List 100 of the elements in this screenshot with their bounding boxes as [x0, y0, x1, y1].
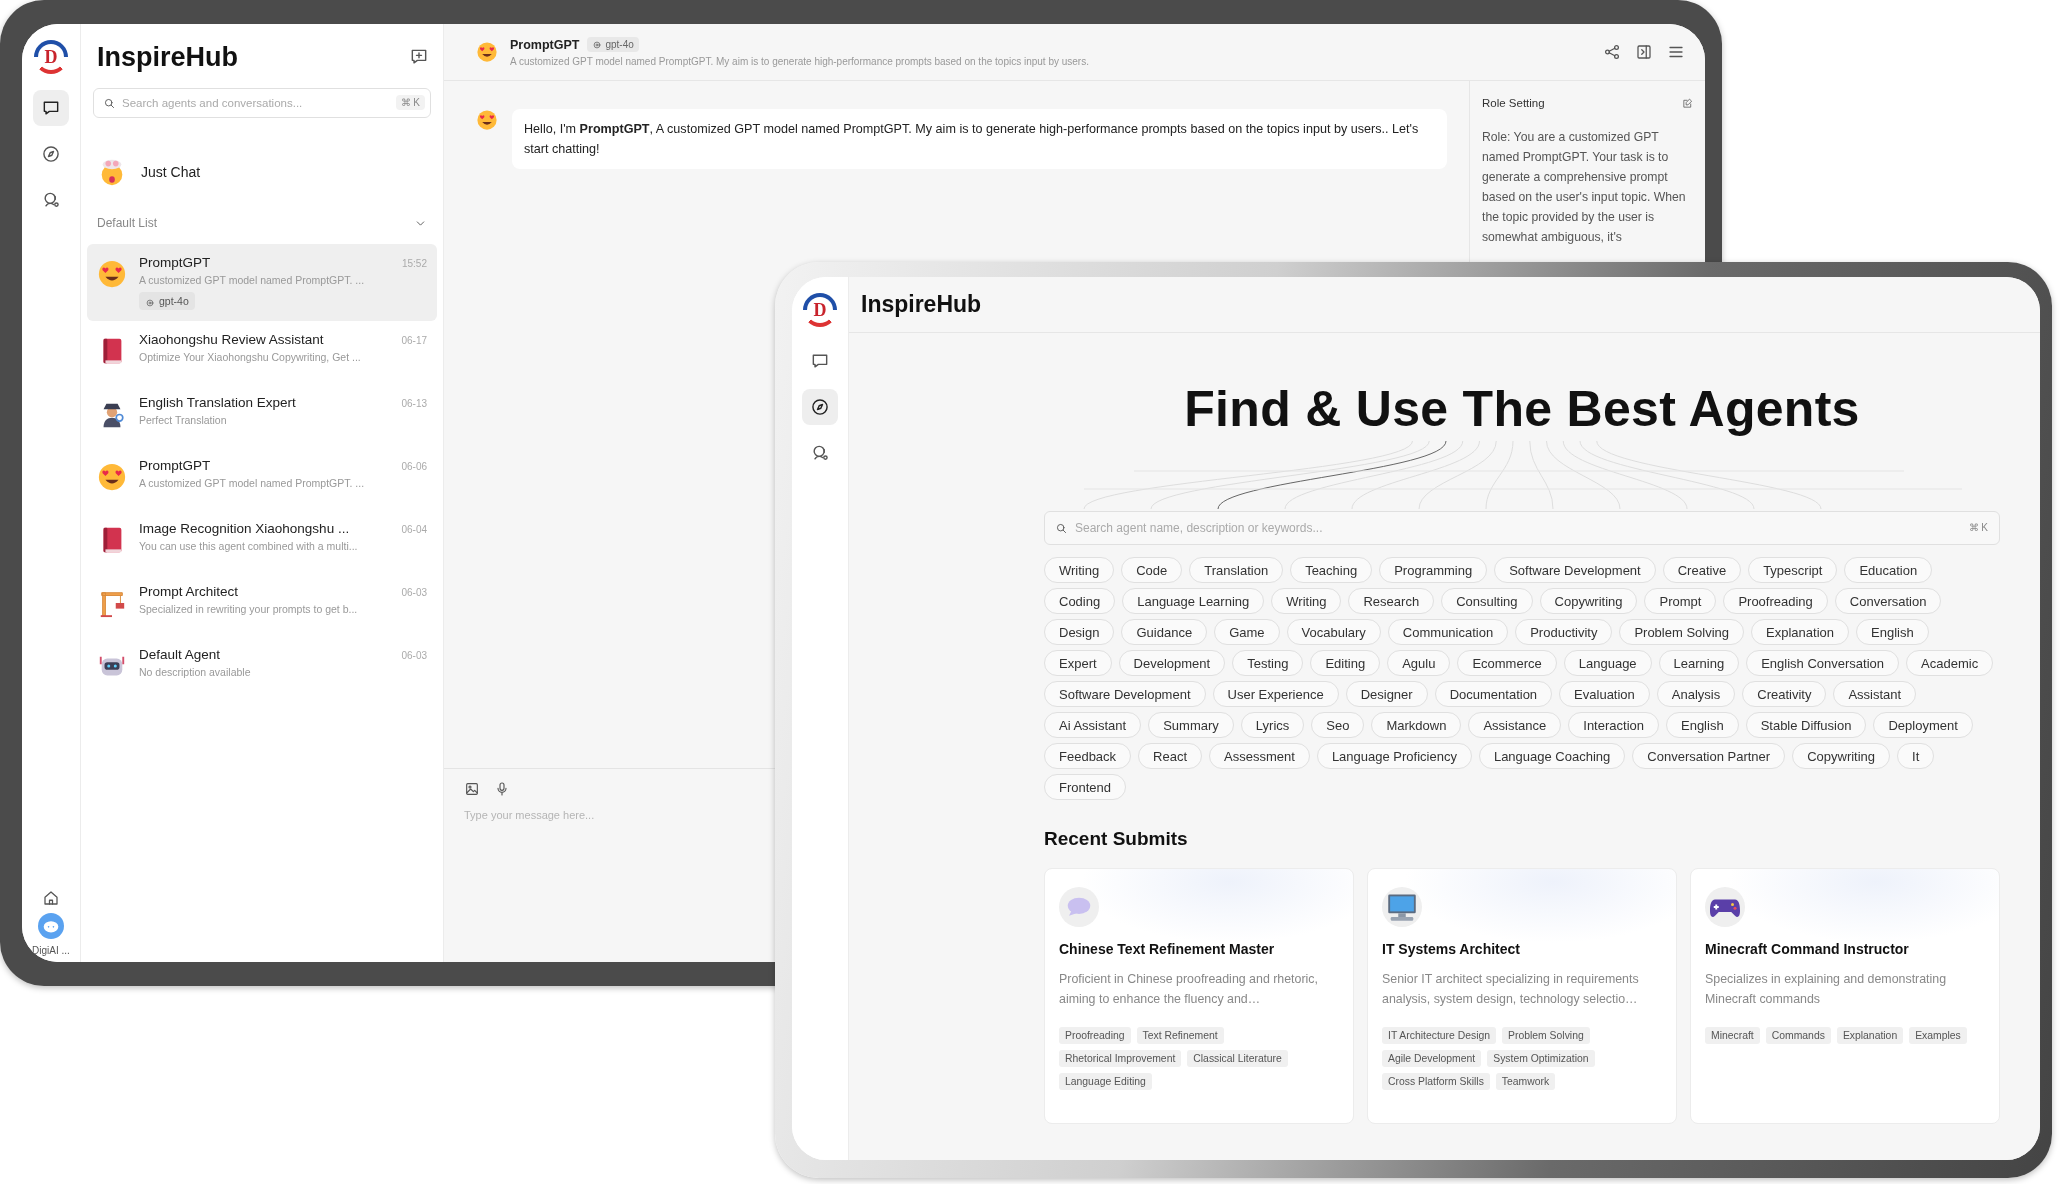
image-button[interactable]	[464, 781, 480, 797]
tag-chip[interactable]: Software Development	[1044, 681, 1206, 707]
tag-chip[interactable]: Agulu	[1387, 650, 1451, 676]
tag-chip[interactable]: Markdown	[1371, 712, 1462, 738]
conversation-item[interactable]: Default Agent 06-03 No description available	[87, 636, 437, 699]
tag-chip[interactable]: Design	[1044, 619, 1115, 645]
card-tag: System Optimization	[1487, 1050, 1595, 1067]
tag-chip[interactable]: Problem Solving	[1619, 619, 1745, 645]
tag-chip[interactable]: Programming	[1379, 557, 1488, 583]
tag-chip[interactable]: React	[1138, 743, 1203, 769]
tag-chip[interactable]: English	[1666, 712, 1739, 738]
tag-chip[interactable]: Communication	[1387, 619, 1509, 645]
app-logo: D	[34, 40, 68, 74]
conversation-item[interactable]: Xiaohongshu Review Assistant 06-17 Optimize Your Xiaohongshu Copywriting, Get ...	[87, 321, 437, 384]
agent-card[interactable]: Minecraft Command Instructor Specializes in explaining and demonstrating Minecraft commands Minecraft Commands Explanation Examples	[1690, 868, 2000, 1124]
tag-chip[interactable]: Assistance	[1468, 712, 1562, 738]
conversation-item[interactable]: Just Chat	[87, 150, 437, 194]
tag-chip[interactable]: Feedback	[1044, 743, 1132, 769]
share-button[interactable]	[1603, 43, 1621, 61]
edit-button[interactable]	[1682, 97, 1693, 109]
tag-chip[interactable]: Assessment	[1209, 743, 1310, 769]
tag-chip[interactable]: Software Development	[1494, 557, 1656, 583]
agent-name: PromptGPT	[510, 37, 580, 52]
tag-chip[interactable]: Creativity	[1742, 681, 1827, 707]
gamepad-icon	[1705, 887, 1745, 927]
tag-chip[interactable]: Productivity	[1515, 619, 1613, 645]
tag-chip[interactable]: Copywriting	[1539, 588, 1638, 614]
tag-chip[interactable]: Ecommerce	[1457, 650, 1557, 676]
tag-chip[interactable]: Research	[1348, 588, 1435, 614]
tag-chip[interactable]: Coding	[1044, 588, 1116, 614]
tag-chip[interactable]: Language	[1563, 650, 1652, 676]
conversation-time: 15:52	[401, 258, 427, 269]
compass-icon	[41, 144, 61, 164]
user-avatar[interactable]	[38, 913, 64, 939]
tag-chip[interactable]: Interaction	[1568, 712, 1659, 738]
nav-button[interactable]	[802, 389, 838, 425]
tag-chip[interactable]: Typescript	[1748, 557, 1838, 583]
tag-chip[interactable]: Consulting	[1441, 588, 1533, 614]
tag-chip[interactable]: English	[1856, 619, 1929, 645]
tag-chip[interactable]: Language Learning	[1122, 588, 1265, 614]
tag-chip[interactable]: Lyrics	[1240, 712, 1305, 738]
tag-chip[interactable]: Writing	[1271, 588, 1342, 614]
conversation-title: Image Recognition Xiaohongshu ...	[139, 521, 350, 536]
tag-chip[interactable]: Expert	[1044, 650, 1112, 676]
tag-chip[interactable]: Proofreading	[1723, 588, 1828, 614]
tag-chip[interactable]: Deployment	[1873, 712, 1973, 738]
tag-chip[interactable]: Summary	[1148, 712, 1234, 738]
tag-chip[interactable]: Explanation	[1751, 619, 1849, 645]
tag-chip[interactable]: User Experience	[1212, 681, 1339, 707]
tag-chip[interactable]: Copywriting	[1792, 743, 1891, 769]
tag-chip[interactable]: Development	[1118, 650, 1226, 676]
tag-chip[interactable]: Academic	[1906, 650, 1994, 676]
model-badge: gpt-4o	[587, 37, 639, 52]
tag-chip[interactable]: Frontend	[1044, 774, 1127, 800]
nav-button[interactable]	[33, 90, 69, 126]
tag-chip[interactable]: Evaluation	[1559, 681, 1650, 707]
card-tag: Explanation	[1836, 1027, 1904, 1044]
conversation-item[interactable]: PromptGPT 15:52 A customized GPT model named PromptGPT. ... gpt-4o	[87, 244, 437, 321]
conversation-item[interactable]: PromptGPT 06-06 A customized GPT model named PromptGPT. ...	[87, 447, 437, 510]
card-tag: Problem Solving	[1502, 1027, 1590, 1044]
agent-card[interactable]	[1367, 868, 1677, 1124]
tag-chip[interactable]: Prompt	[1644, 588, 1717, 614]
sidebar-toggle-icon	[1635, 43, 1653, 61]
tag-chip[interactable]: English Conversation	[1746, 650, 1900, 676]
tag-chip[interactable]: Language Coaching	[1478, 743, 1626, 769]
tag-chip[interactable]: Creative	[1662, 557, 1742, 583]
tag-chip[interactable]: Assistant	[1833, 681, 1917, 707]
tag-chip[interactable]: Editing	[1310, 650, 1381, 676]
message-input[interactable]: Type your message here...	[464, 809, 764, 829]
tag-chip[interactable]: Testing	[1232, 650, 1304, 676]
conversation-item[interactable]: English Translation Expert 06-13 Perfect Translation	[87, 384, 437, 447]
tag-chip[interactable]: Code	[1121, 557, 1183, 583]
panel-toggle-button[interactable]	[1635, 43, 1653, 61]
home-button[interactable]	[42, 889, 60, 907]
share-icon	[1603, 43, 1621, 61]
tag-chip[interactable]: Conversation Partner	[1632, 743, 1786, 769]
tag-chip[interactable]: Learning	[1658, 650, 1740, 676]
tag-chip[interactable]: Documentation	[1434, 681, 1553, 707]
tag-chip[interactable]: Writing	[1044, 557, 1115, 583]
tag-chip[interactable]: Conversation	[1834, 588, 1942, 614]
conversation-item[interactable]: Prompt Architect 06-03 Specialized in rewriting your prompts to get b...	[87, 573, 437, 636]
tag-chip[interactable]: Game	[1214, 619, 1280, 645]
tag-chip[interactable]: Stable Diffusion	[1745, 712, 1867, 738]
tag-chip[interactable]: Education	[1844, 557, 1933, 583]
tag-chip[interactable]: Ai Assistant	[1044, 712, 1142, 738]
tag-chip[interactable]: Vocabulary	[1286, 619, 1381, 645]
tag-chip[interactable]: Language Proficiency	[1316, 743, 1472, 769]
tag-chip[interactable]: Designer	[1345, 681, 1428, 707]
user-name: DigiAI ...	[32, 945, 70, 956]
tag-chip[interactable]: Seo	[1311, 712, 1365, 738]
microphone-button[interactable]	[494, 781, 510, 797]
tag-chip[interactable]: Guidance	[1121, 619, 1208, 645]
tag-chip[interactable]: Teaching	[1290, 557, 1373, 583]
tag-chip[interactable]: Analysis	[1656, 681, 1736, 707]
tag-chip[interactable]: It	[1897, 743, 1935, 769]
speech-bubble-icon	[1059, 887, 1099, 927]
conversation-item[interactable]: Image Recognition Xiaohongshu ... 06-04 You can use this agent combined with a multi...	[87, 510, 437, 573]
agent-card[interactable]	[1044, 868, 1354, 1124]
message-bubble: Hello, I'm PromptGPT, A customized GPT model named PromptGPT. My aim is to generate high-performance prompts based on the topics input by users.. Let's start chatting!	[512, 109, 1447, 169]
tag-chip[interactable]: Translation	[1189, 557, 1284, 583]
